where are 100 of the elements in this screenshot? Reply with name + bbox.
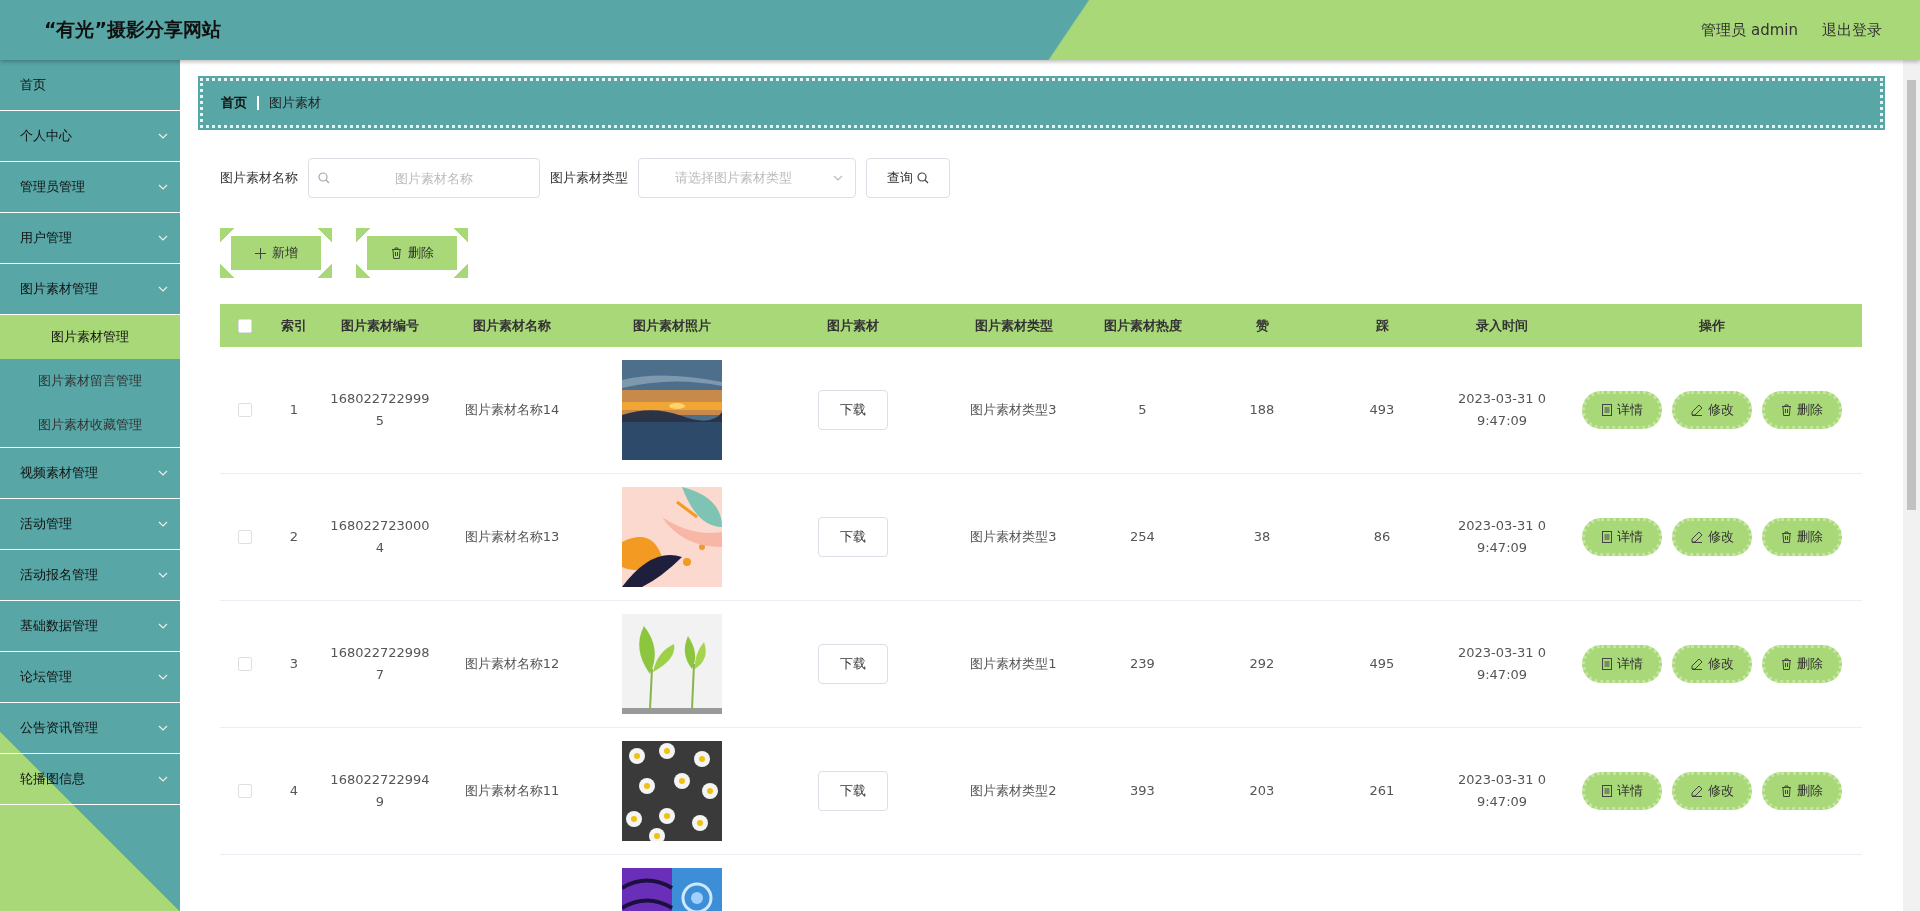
delete-button[interactable]: 删除 [1762, 772, 1842, 810]
table-cell-text: 图片素材类型3 [969, 401, 1058, 419]
trash-icon [1781, 531, 1792, 543]
table-cell-text: 图片素材名称11 [463, 782, 561, 800]
chevron-down-icon [833, 175, 843, 181]
table-cell-text: 203 [1248, 782, 1276, 800]
scrollbar[interactable] [1903, 60, 1920, 911]
sidebar-item[interactable]: 轮播图信息 [0, 754, 180, 805]
sidebar-item[interactable]: 活动管理 [0, 499, 180, 550]
sidebar-item[interactable]: 视频素材管理 [0, 448, 180, 499]
details-button[interactable]: 详情 [1582, 391, 1662, 429]
table-cell-text: 254 [1129, 528, 1156, 546]
table-cell-text: 1680227229987 [329, 644, 431, 684]
table-cell-text: 5 [1137, 401, 1148, 419]
table-cell-text: 188 [1248, 401, 1276, 419]
table-cell-text: 86 [1372, 528, 1392, 546]
name-label: 图片素材名称 [220, 169, 298, 187]
column-header: 图片素材类型 [973, 316, 1054, 335]
delete-button[interactable]: 删除 [1762, 391, 1842, 429]
pen-icon [1690, 785, 1703, 797]
add-button[interactable]: 新增 [220, 228, 332, 278]
table-cell-text: 图片素材类型2 [969, 782, 1058, 800]
table-cell-text: 2023-03-31 09:47:09 [1457, 390, 1547, 430]
name-search-field[interactable]: 图片素材名称 [308, 158, 540, 198]
row-checkbox[interactable] [238, 530, 252, 544]
download-button[interactable]: 下载 [818, 771, 888, 811]
row-checkbox[interactable] [238, 403, 252, 417]
table-cell-text: 图片素材类型3 [969, 528, 1058, 546]
row-checkbox[interactable] [238, 657, 252, 671]
select-all-checkbox[interactable] [238, 318, 252, 333]
search-icon [917, 172, 929, 184]
sidebar-item[interactable]: 首页 [0, 60, 180, 111]
column-header: 赞 [1254, 316, 1270, 335]
query-button[interactable]: 查询 [866, 158, 950, 198]
table-cell-text: 1 [288, 401, 300, 419]
document-icon [1601, 785, 1612, 797]
edit-button[interactable]: 修改 [1672, 391, 1752, 429]
sidebar-item[interactable]: 基础数据管理 [0, 601, 180, 652]
document-icon [1601, 531, 1612, 543]
table-cell-text: 495 [1368, 655, 1396, 673]
trash-icon [1781, 404, 1792, 416]
trash-icon [1781, 785, 1792, 797]
table-cell-text: 239 [1129, 655, 1156, 673]
table-cell-text: 261 [1368, 782, 1396, 800]
delete-button[interactable]: 删除 [356, 228, 468, 278]
download-button[interactable]: 下载 [818, 644, 888, 684]
table-cell-text: 3 [288, 655, 300, 673]
document-icon [1601, 404, 1612, 416]
table-cell-text: 1680227229949 [329, 771, 431, 811]
sidebar-subitem[interactable]: 图片素材收藏管理 [0, 403, 180, 447]
sidebar-subitem[interactable]: 图片素材管理 [0, 315, 180, 359]
sidebar-item[interactable]: 论坛管理 [0, 652, 180, 703]
sidebar-item[interactable]: 公告资讯管理 [0, 703, 180, 754]
delete-button[interactable]: 删除 [1762, 645, 1842, 683]
site-title: “有光”摄影分享网站 [44, 17, 221, 42]
table-cell-text: 38 [1252, 528, 1272, 546]
edit-button[interactable]: 修改 [1672, 772, 1752, 810]
download-button[interactable]: 下载 [818, 517, 888, 557]
edit-button[interactable]: 修改 [1672, 645, 1752, 683]
table-cell-text: 2023-03-31 09:47:09 [1457, 644, 1547, 684]
search-icon [318, 172, 330, 184]
row-checkbox[interactable] [238, 784, 252, 798]
trash-icon [390, 247, 402, 259]
admin-label: 管理员 admin [1701, 20, 1798, 40]
table-cell-text: 图片素材名称13 [463, 528, 561, 546]
pen-icon [1690, 658, 1703, 670]
details-button[interactable]: 详情 [1582, 518, 1662, 556]
delete-button[interactable]: 删除 [1762, 518, 1842, 556]
column-header: 踩 [1374, 316, 1390, 335]
table-cell-text: 图片素材名称14 [463, 401, 561, 419]
pen-icon [1690, 531, 1703, 543]
type-label: 图片素材类型 [550, 169, 628, 187]
sidebar-item[interactable]: 用户管理 [0, 213, 180, 264]
table-cell-text: 2 [288, 528, 300, 546]
column-header: 图片素材名称 [472, 316, 552, 335]
edit-button[interactable]: 修改 [1672, 518, 1752, 556]
table-cell-text: 4 [288, 782, 300, 800]
table-cell-text: 493 [1368, 401, 1396, 419]
column-header: 录入时间 [1475, 316, 1529, 335]
column-header: 图片素材热度 [1102, 316, 1183, 335]
breadcrumb-link[interactable]: 首页 [221, 94, 247, 112]
table-cell-text: 1680227230004 [329, 517, 431, 557]
sidebar-item[interactable]: 管理员管理 [0, 162, 180, 213]
column-header: 图片素材 [826, 316, 880, 335]
table-cell-text: 图片素材名称12 [463, 655, 561, 673]
table-cell-text: 393 [1129, 782, 1156, 800]
download-button[interactable]: 下载 [818, 390, 888, 430]
table-cell-text: 2023-03-31 09:47:09 [1457, 517, 1547, 557]
sidebar-item[interactable]: 活动报名管理 [0, 550, 180, 601]
logout-link[interactable]: 退出登录 [1822, 20, 1882, 40]
details-button[interactable]: 详情 [1582, 645, 1662, 683]
sidebar-item[interactable]: 个人中心 [0, 111, 180, 162]
column-header: 图片素材编号 [340, 316, 420, 335]
sidebar-subitem[interactable]: 图片素材留言管理 [0, 359, 180, 403]
table-cell-text: 292 [1248, 655, 1276, 673]
details-button[interactable]: 详情 [1582, 772, 1662, 810]
pen-icon [1690, 404, 1703, 416]
breadcrumb-link[interactable]: 图片素材 [269, 94, 321, 112]
column-header: 索引 [280, 316, 308, 335]
document-icon [1601, 658, 1612, 670]
